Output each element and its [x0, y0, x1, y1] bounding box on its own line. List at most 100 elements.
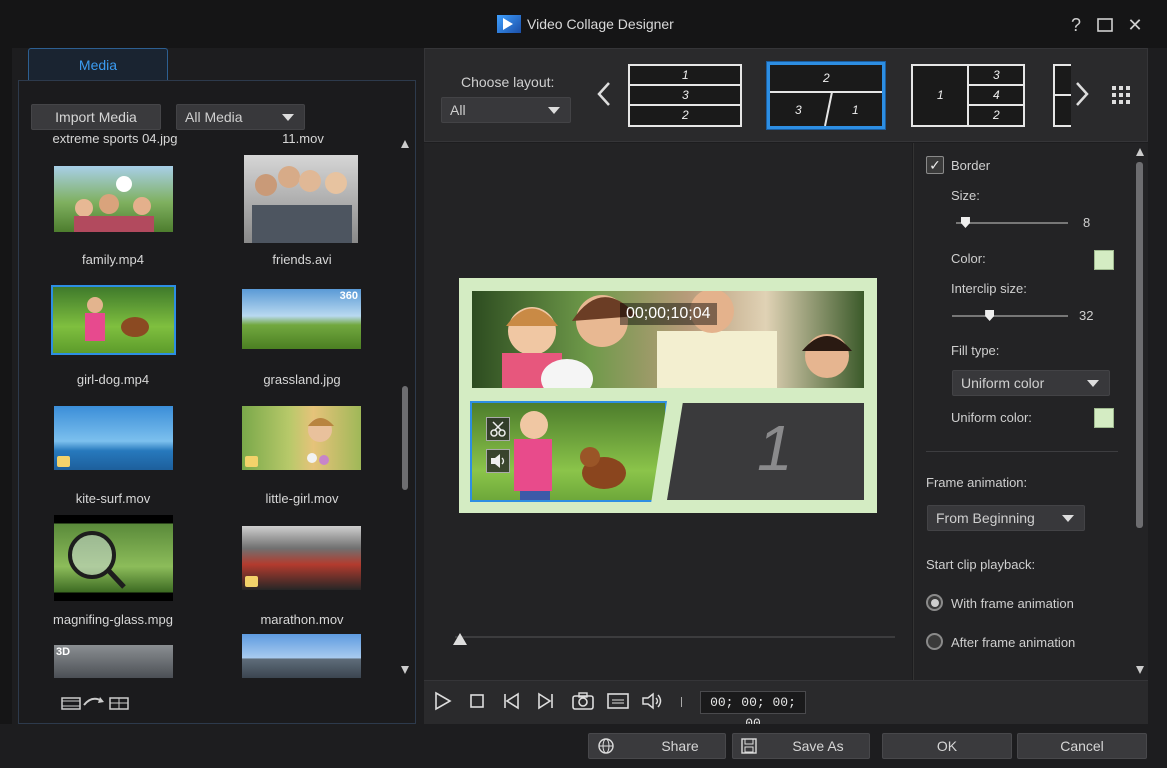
- interclip-size-slider[interactable]: [952, 310, 1068, 321]
- scroll-down-icon[interactable]: [401, 666, 409, 674]
- properties-scroll-thumb[interactable]: [1136, 162, 1143, 528]
- collage-slot-1-empty[interactable]: 1: [667, 403, 864, 500]
- subtitle-button[interactable]: [606, 691, 630, 711]
- trim-button[interactable]: [486, 417, 510, 441]
- thumb-grassland[interactable]: 360: [242, 289, 361, 349]
- layout-divider: [967, 66, 969, 125]
- save-icon: [741, 738, 757, 754]
- border-checkbox[interactable]: ✓: [926, 156, 944, 174]
- media-view-toggle[interactable]: [60, 693, 140, 713]
- share-label: Share: [661, 738, 699, 754]
- collage-slot-2[interactable]: 00;00;10;04: [472, 291, 864, 388]
- close-button[interactable]: ✕: [1124, 14, 1146, 36]
- frame-animation-label: Frame animation:: [926, 475, 1028, 490]
- layout-cell-label: 3: [682, 88, 689, 102]
- timecode-display[interactable]: 00; 00; 00; 00: [700, 691, 806, 731]
- thumb-family[interactable]: [54, 166, 173, 232]
- app-logo-icon: [497, 15, 521, 33]
- grid-icon: [1112, 86, 1130, 104]
- media-partial-row: extreme sports 04.jpg 11.mov: [20, 134, 398, 146]
- fill-type-dropdown[interactable]: Uniform color: [952, 370, 1110, 396]
- media-filter-dropdown[interactable]: All Media: [176, 104, 305, 130]
- layout-option-1[interactable]: 1 3 2: [628, 64, 742, 127]
- play-icon: [435, 691, 452, 711]
- snapshot-button[interactable]: [571, 691, 595, 711]
- save-as-button[interactable]: Save As: [732, 733, 870, 759]
- preview-timeline[interactable]: [455, 636, 895, 638]
- thumb-little-girl[interactable]: [242, 406, 361, 470]
- layout-cell-label: 2: [682, 108, 689, 122]
- thumb-mountains[interactable]: [242, 634, 361, 678]
- properties-scrollbar[interactable]: [1134, 146, 1146, 678]
- thumb-kite-surf[interactable]: [54, 406, 173, 470]
- chevron-down-icon: [548, 107, 560, 114]
- audio-clip-icon: [57, 456, 70, 467]
- layout-cell-label: 1: [852, 103, 859, 117]
- layout-filter-dropdown[interactable]: All: [441, 97, 571, 123]
- thumb-3d-motorbikes[interactable]: 3D: [54, 645, 173, 678]
- save-as-label: Save As: [792, 738, 844, 754]
- previous-frame-button[interactable]: [501, 691, 521, 711]
- radio-after-label: After frame animation: [951, 635, 1076, 650]
- tab-media[interactable]: Media: [28, 48, 168, 81]
- layout-cell-label: 4: [993, 88, 1000, 102]
- layout-cell-label: 1: [682, 68, 689, 82]
- import-media-button[interactable]: Import Media: [31, 104, 161, 130]
- uniform-color-label: Uniform color:: [951, 410, 1032, 425]
- size-label: Size:: [951, 188, 980, 203]
- subtitle-icon: [607, 693, 629, 709]
- ok-button[interactable]: OK: [882, 733, 1012, 759]
- volume-button[interactable]: [640, 691, 664, 711]
- choose-layout-label: Choose layout:: [461, 74, 555, 90]
- radio-after-frame-animation[interactable]: [926, 633, 943, 650]
- maximize-button[interactable]: [1094, 14, 1116, 36]
- next-frame-icon: [538, 692, 553, 710]
- thumb-magnifying-glass[interactable]: [54, 515, 173, 601]
- audio-clip-icon: [245, 456, 258, 467]
- chevron-down-icon: [282, 114, 294, 121]
- title-bar: Video Collage Designer ? ✕: [0, 0, 1167, 48]
- collage-slot-3-selected[interactable]: [470, 401, 667, 502]
- size-slider[interactable]: [956, 217, 1068, 228]
- cancel-button[interactable]: Cancel: [1017, 733, 1147, 759]
- fill-type-value: Uniform color: [961, 375, 1045, 391]
- scroll-up-icon[interactable]: [1136, 148, 1144, 156]
- layout-cell-label: 1: [937, 88, 944, 102]
- media-caption: kite-surf.mov: [75, 491, 151, 506]
- thumb-marathon[interactable]: [242, 526, 361, 590]
- video-collage-designer-window: Video Collage Designer ? ✕ Media Import …: [0, 0, 1167, 768]
- timeline-playhead[interactable]: [453, 633, 467, 645]
- speaker-icon: [491, 454, 505, 468]
- layout-option-3[interactable]: 1 3 4 2: [911, 64, 1025, 127]
- layout-prev-button[interactable]: [596, 80, 612, 112]
- media-scroll-thumb[interactable]: [402, 386, 408, 490]
- layout-option-4-partial[interactable]: [1053, 64, 1071, 127]
- background-left-strip: [0, 0, 12, 768]
- family-image: [74, 176, 154, 232]
- layout-cell-label: 3: [795, 103, 802, 117]
- maximize-icon: [1097, 18, 1113, 32]
- slot-volume-button[interactable]: [486, 449, 510, 473]
- uniform-color-swatch[interactable]: [1094, 408, 1114, 428]
- radio-with-frame-animation[interactable]: [926, 594, 943, 611]
- chevron-right-icon: [1076, 82, 1089, 106]
- size-value: 8: [1083, 215, 1091, 230]
- help-button[interactable]: ?: [1065, 14, 1087, 36]
- frame-animation-value: From Beginning: [936, 510, 1035, 526]
- layout-option-2-selected[interactable]: 2 3 1: [767, 62, 885, 129]
- scroll-up-icon[interactable]: [401, 140, 409, 148]
- stop-button[interactable]: [467, 691, 487, 711]
- layout-filter-value: All: [450, 102, 466, 118]
- thumb-girl-dog[interactable]: [51, 285, 176, 355]
- thumb-friends[interactable]: [244, 155, 358, 243]
- layout-next-button[interactable]: [1074, 80, 1090, 111]
- layout-grid-button[interactable]: [1112, 86, 1130, 107]
- media-scrollbar[interactable]: [399, 140, 411, 680]
- next-frame-button[interactable]: [536, 691, 556, 711]
- share-globe-icon: [598, 738, 614, 754]
- scroll-down-icon[interactable]: [1136, 666, 1144, 674]
- frame-animation-dropdown[interactable]: From Beginning: [927, 505, 1085, 531]
- share-button[interactable]: Share: [588, 733, 726, 759]
- border-color-swatch[interactable]: [1094, 250, 1114, 270]
- play-button[interactable]: [433, 691, 453, 711]
